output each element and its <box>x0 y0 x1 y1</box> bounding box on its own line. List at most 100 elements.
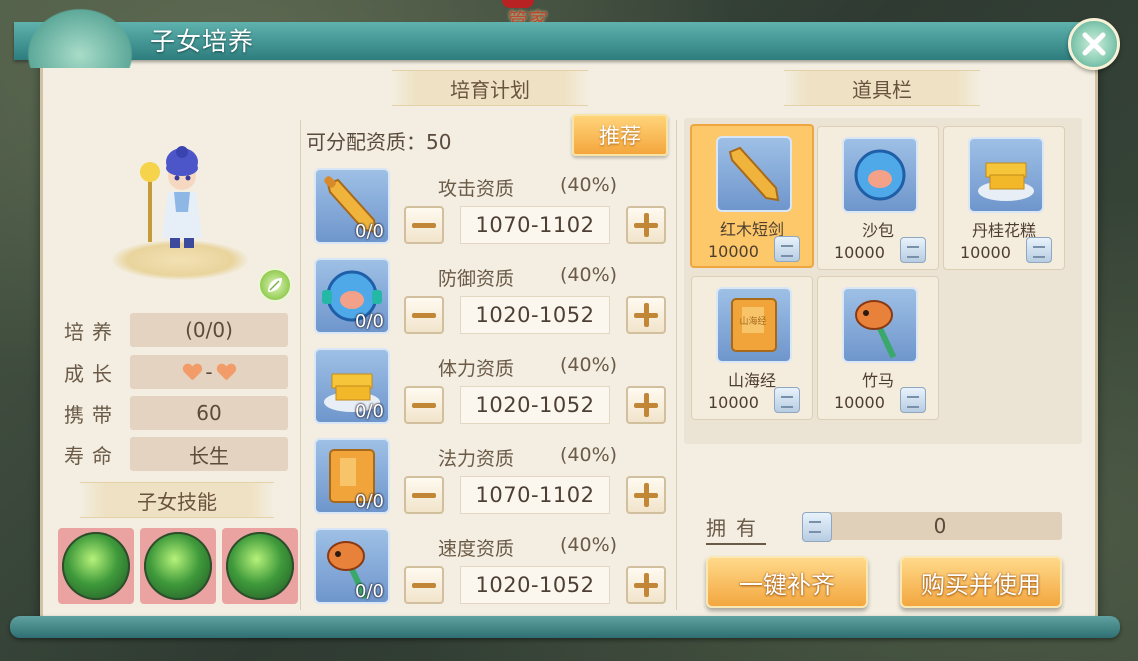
item-count: 0/0 <box>355 491 384 512</box>
bag-item-sandbag[interactable]: 沙包 10000 <box>817 126 939 270</box>
item-quantity: 10000 <box>708 393 759 412</box>
attribute-row-stamina: 0/0 体力资质 (40%) 1020-1052 <box>314 348 670 428</box>
stat-label: 携带 <box>64 402 120 427</box>
increase-button[interactable] <box>626 476 666 514</box>
attribute-range: 1070-1102 <box>460 476 610 514</box>
stat-row-lifespan: 寿命 长生 <box>64 437 290 471</box>
stat-value: 长生 <box>130 437 288 471</box>
item-quantity: 10000 <box>708 242 759 261</box>
attribute-name: 体力资质 <box>438 358 515 380</box>
decrease-button[interactable] <box>404 206 444 244</box>
item-quantity: 10000 <box>960 243 1011 262</box>
attribute-range: 1070-1102 <box>460 206 610 244</box>
attribute-percent: (40%) <box>560 534 618 556</box>
attribute-name: 法力资质 <box>438 448 515 470</box>
decrease-button[interactable] <box>404 566 444 604</box>
close-icon <box>1082 32 1106 56</box>
book-icon: 山海经 <box>716 287 792 363</box>
sandbag-icon <box>842 137 918 213</box>
attribute-name: 防御资质 <box>438 268 515 290</box>
one-click-fill-button[interactable]: 一键补齐 <box>706 556 868 608</box>
stat-label: 寿命 <box>64 443 120 468</box>
attribute-range: 1020-1052 <box>460 386 610 424</box>
attribute-row-defense: 0/0 防御资质 (40%) 1020-1052 <box>314 258 670 338</box>
deer-skill-icon <box>62 532 130 600</box>
lotus-skill-icon <box>144 532 212 600</box>
attribute-row-mana: 0/0 法力资质 (40%) 1070-1102 <box>314 438 670 518</box>
decrease-button[interactable] <box>404 296 444 334</box>
window-title: 子女培养 <box>150 27 255 56</box>
sword-icon[interactable]: 0/0 <box>314 168 390 244</box>
stat-label: 成长 <box>64 361 120 386</box>
sword-icon <box>716 136 792 212</box>
owned-value: 0 <box>818 512 1062 540</box>
bag-item-mahogany-sword[interactable]: 红木短剑 10000 <box>690 124 814 268</box>
heart-icon <box>217 364 235 380</box>
bag-item-classic-book[interactable]: 山海经 山海经 10000 <box>691 276 813 420</box>
stat-row-growth: 成长 - <box>64 355 290 389</box>
hobby-horse-icon <box>842 287 918 363</box>
item-quantity: 10000 <box>834 243 885 262</box>
attribute-name: 速度资质 <box>438 538 515 560</box>
mountain-emblem-icon <box>20 2 140 68</box>
scroll-icon <box>900 387 926 413</box>
attribute-percent: (40%) <box>560 264 618 286</box>
attribute-percent: (40%) <box>560 354 618 376</box>
buy-and-use-button[interactable]: 购买并使用 <box>900 556 1062 608</box>
cake-icon[interactable]: 0/0 <box>314 348 390 424</box>
panel-bottom-scroll-bar <box>10 616 1120 638</box>
stat-row-carry: 携带 60 <box>64 396 290 430</box>
decrease-button[interactable] <box>404 476 444 514</box>
leaf-badge-icon[interactable] <box>258 268 292 302</box>
attribute-percent: (40%) <box>560 174 618 196</box>
increase-button[interactable] <box>626 206 666 244</box>
item-count: 0/0 <box>355 221 384 242</box>
attribute-range: 1020-1052 <box>460 296 610 334</box>
bag-item-hobby-horse[interactable]: 竹马 10000 <box>817 276 939 420</box>
attribute-percent: (40%) <box>560 444 618 466</box>
increase-button[interactable] <box>626 386 666 424</box>
bag-section-title: 道具栏 <box>784 70 980 106</box>
attribute-range: 1020-1052 <box>460 566 610 604</box>
skill-slot-fist[interactable] <box>222 528 298 604</box>
recommend-button[interactable]: 推荐 <box>572 114 668 156</box>
stat-value: 60 <box>130 396 288 430</box>
book-cover-text: 山海经 <box>739 315 766 327</box>
child-character-avatar[interactable] <box>138 142 218 262</box>
decrease-button[interactable] <box>404 386 444 424</box>
sandbag-icon[interactable]: 0/0 <box>314 258 390 334</box>
increase-button[interactable] <box>626 296 666 334</box>
owned-label: 拥有 <box>706 512 766 545</box>
cake-icon <box>968 137 1044 213</box>
free-points-label: 可分配资质：50 <box>306 130 452 154</box>
currency-scroll-icon <box>802 512 832 542</box>
book-icon[interactable]: 0/0 <box>314 438 390 514</box>
stat-row-training: 培养 (0/0) <box>64 313 290 347</box>
skill-slot-lotus[interactable] <box>140 528 216 604</box>
hobby-horse-icon[interactable]: 0/0 <box>314 528 390 604</box>
item-count: 0/0 <box>355 311 384 332</box>
item-count: 0/0 <box>355 581 384 602</box>
stat-value: - <box>130 355 288 389</box>
item-quantity: 10000 <box>834 393 885 412</box>
fist-skill-icon <box>226 532 294 600</box>
close-button[interactable] <box>1068 18 1120 70</box>
skills-section-title: 子女技能 <box>80 482 274 518</box>
plan-section-title: 培育计划 <box>392 70 588 106</box>
bag-item-osmanthus-cake[interactable]: 丹桂花糕 10000 <box>943 126 1065 270</box>
skills-list <box>58 528 298 604</box>
growth-separator: - <box>205 360 213 384</box>
left-divider <box>300 120 301 610</box>
attribute-row-attack: 0/0 攻击资质 (40%) 1070-1102 <box>314 168 670 248</box>
attribute-row-speed: 0/0 速度资质 (40%) 1020-1052 <box>314 528 670 608</box>
skill-slot-deer[interactable] <box>58 528 134 604</box>
scroll-icon <box>1026 237 1052 263</box>
heart-icon <box>183 364 201 380</box>
attribute-name: 攻击资质 <box>438 178 515 200</box>
stat-value: (0/0) <box>130 313 288 347</box>
scroll-icon <box>774 387 800 413</box>
scroll-icon <box>900 237 926 263</box>
right-divider <box>676 120 677 610</box>
scroll-icon <box>774 236 800 262</box>
increase-button[interactable] <box>626 566 666 604</box>
